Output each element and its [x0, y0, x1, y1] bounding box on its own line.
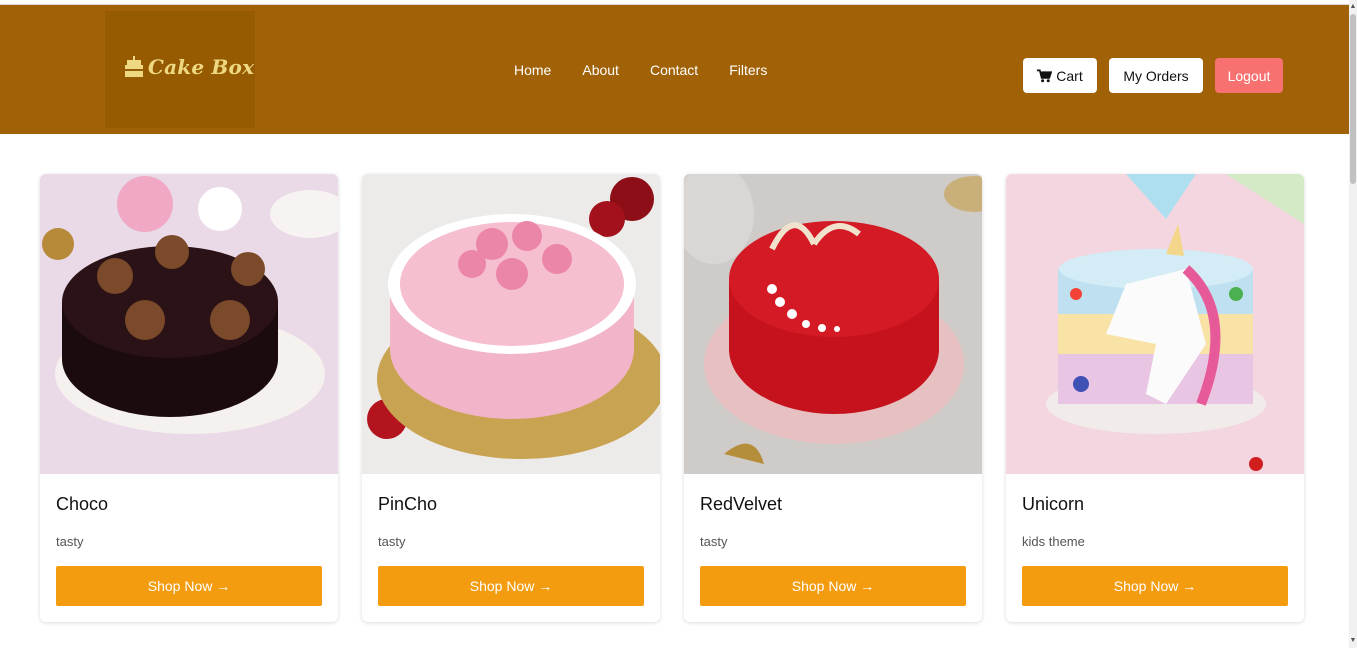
nav-contact[interactable]: Contact — [650, 62, 698, 78]
product-image-unicorn[interactable] — [1006, 174, 1304, 474]
nav-filters[interactable]: Filters — [729, 62, 767, 78]
scroll-up-icon[interactable]: ▲ — [1349, 2, 1357, 12]
shop-now-button[interactable]: Shop Now → — [700, 566, 966, 606]
product-description: tasty — [56, 534, 84, 549]
product-image-pincho[interactable] — [362, 174, 660, 474]
cart-button[interactable]: Cart — [1023, 58, 1097, 93]
shop-now-button[interactable]: Shop Now → — [1022, 566, 1288, 606]
scroll-down-icon[interactable]: ▼ — [1349, 636, 1357, 646]
product-name: PinCho — [378, 494, 438, 514]
nav-home[interactable]: Home — [514, 62, 551, 78]
my-orders-button[interactable]: My Orders — [1109, 58, 1203, 93]
product-card-unicorn: Unicorn kids theme Shop Now → — [1006, 174, 1304, 622]
product-name: Unicorn — [1022, 494, 1085, 514]
brand-name: Cake Box — [148, 54, 255, 79]
nav-links: Home About Contact Filters — [514, 62, 767, 78]
cart-icon — [1037, 69, 1053, 82]
product-description: kids theme — [1022, 534, 1085, 549]
product-description: tasty — [700, 534, 728, 549]
product-image-choco[interactable] — [40, 174, 338, 474]
page-scrollbar[interactable]: ▲ ▼ — [1349, 0, 1357, 648]
product-card-pincho: PinCho tasty Shop Now → — [362, 174, 660, 622]
logout-button[interactable]: Logout — [1215, 58, 1283, 93]
scroll-thumb[interactable] — [1350, 14, 1356, 184]
logo[interactable]: Cake Box — [105, 11, 255, 128]
cake-icon — [125, 55, 143, 77]
product-image-redvelvet[interactable] — [684, 174, 982, 474]
shop-now-button[interactable]: Shop Now → — [56, 566, 322, 606]
product-description: tasty — [378, 534, 406, 549]
product-card-redvelvet: RedVelvet tasty Shop Now → — [684, 174, 982, 622]
shop-now-button[interactable]: Shop Now → — [378, 566, 644, 606]
product-name: RedVelvet — [700, 494, 783, 514]
product-name: Choco — [56, 494, 109, 514]
product-grid: Choco tasty Shop Now → PinCho tasty Shop… — [40, 174, 1304, 622]
navbar: Cake Box Home About Contact Filters Cart… — [0, 5, 1349, 134]
product-card-choco: Choco tasty Shop Now → — [40, 174, 338, 622]
cart-label: Cart — [1056, 67, 1083, 84]
nav-about[interactable]: About — [582, 62, 619, 78]
